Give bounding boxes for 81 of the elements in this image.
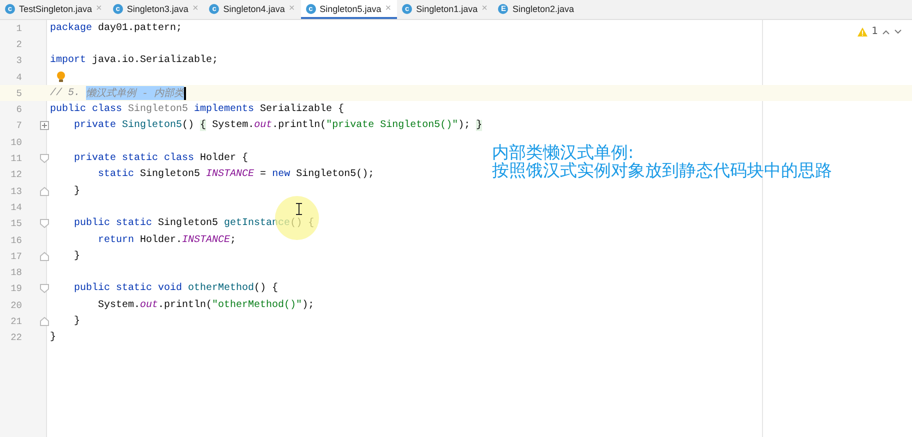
keyword: public class <box>50 104 122 116</box>
line-number: 21 <box>10 316 22 327</box>
code-text: Serializable { <box>259 104 344 116</box>
keyword: public static void <box>73 283 182 294</box>
folded-brace: } <box>476 120 482 132</box>
line-number: 19 <box>10 283 22 294</box>
annotation-text: 内部类懒汉式单例: <box>492 144 634 162</box>
keyword: import <box>50 55 86 66</box>
selected-comment: 懒汉式单例 - 内部类 <box>86 86 184 100</box>
expand-fold-icon[interactable] <box>40 121 49 130</box>
line-number: 13 <box>10 186 22 197</box>
code-text: ); <box>458 120 472 132</box>
warning-icon[interactable] <box>856 26 868 36</box>
line-number: 18 <box>10 267 22 278</box>
code-text: java.io.Serializable; <box>91 55 218 66</box>
line-number: 6 <box>15 104 22 116</box>
code-text: } <box>73 250 80 262</box>
annotation-text: 按照饿汉式实例对象放到静态代码块中的思路 <box>492 162 832 180</box>
method-name: otherMethod <box>187 283 254 294</box>
keyword: new <box>272 169 290 180</box>
code-text: Holder. <box>139 234 182 246</box>
text-caret <box>184 86 186 100</box>
line-number: 15 <box>10 218 22 230</box>
keyword: private static class <box>73 153 194 164</box>
line-number: 22 <box>10 332 22 344</box>
code-text: day01.pattern; <box>97 22 182 34</box>
code-text: .println( <box>272 120 326 132</box>
line-number: 7 <box>15 120 22 132</box>
code-text: } <box>73 316 80 327</box>
field-name: INSTANCE <box>182 234 230 246</box>
code-text: Singleton5(); <box>295 169 374 180</box>
code-text: ; <box>230 234 236 246</box>
folded-brace: { <box>200 120 206 132</box>
lightbulb-icon[interactable] <box>56 71 66 84</box>
method-name: getInstance <box>224 218 290 230</box>
text-cursor-icon <box>295 203 303 215</box>
previous-icon[interactable] <box>882 28 890 34</box>
code-text: () <box>182 120 196 132</box>
code-text: System. <box>211 120 254 132</box>
line-number: 2 <box>15 38 22 50</box>
keyword: private <box>73 120 116 132</box>
code-text: Singleton5 <box>157 218 220 230</box>
code-text: Holder { <box>199 153 248 164</box>
line-number: 20 <box>10 300 22 311</box>
code-text: = <box>259 169 268 180</box>
warning-count: 1 <box>872 26 878 37</box>
line-number: 12 <box>10 169 22 180</box>
line-number: 10 <box>10 136 22 148</box>
line-number: 17 <box>10 250 22 262</box>
line-number: 16 <box>10 234 22 246</box>
field-name: out <box>140 300 158 311</box>
keyword: return <box>97 234 134 246</box>
keyword: package <box>50 22 92 34</box>
field-name: INSTANCE <box>206 169 254 180</box>
string-literal: "private Singleton5()" <box>326 120 458 132</box>
code-text: .println( <box>158 300 212 311</box>
comment: // 5. <box>50 88 82 99</box>
line-number: 5 <box>15 88 22 99</box>
line-number: 3 <box>15 55 22 66</box>
collapse-fold-icon[interactable] <box>40 219 49 228</box>
line-number: 4 <box>15 72 22 83</box>
next-icon[interactable] <box>894 28 902 34</box>
line-number: 14 <box>10 202 22 213</box>
line-number: 1 <box>15 22 22 34</box>
method-name: Singleton5 <box>121 120 182 132</box>
keyword: public static <box>73 218 152 230</box>
code-text: ); <box>302 300 314 311</box>
field-name: out <box>254 120 272 132</box>
code-text: } <box>50 332 56 344</box>
collapse-fold-icon[interactable] <box>40 154 49 164</box>
code-text: () { <box>254 283 278 294</box>
code-text: () { <box>290 218 314 230</box>
string-literal: "otherMethod()" <box>212 300 302 311</box>
collapse-fold-icon[interactable] <box>40 284 49 294</box>
keyword: implements <box>194 104 254 116</box>
class-name: Singleton5 <box>127 104 190 116</box>
keyword: static <box>97 169 134 180</box>
code-text: } <box>73 186 80 197</box>
line-number: 11 <box>10 153 22 164</box>
code-text: System. <box>97 300 140 311</box>
code-text: Singleton5 <box>139 169 202 180</box>
